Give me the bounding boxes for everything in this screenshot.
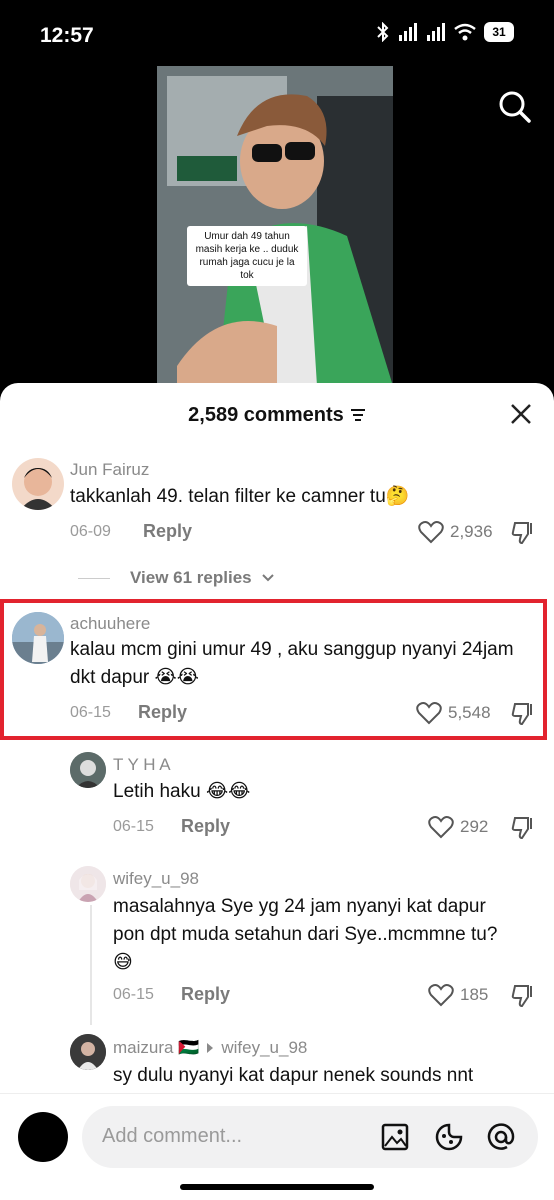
video-caption: Umur dah 49 tahun masih kerja ke .. dudu… — [187, 226, 307, 286]
reply-button[interactable]: Reply — [181, 816, 230, 837]
divider-line — [78, 577, 110, 579]
reply-button[interactable]: Reply — [181, 984, 230, 1005]
avatar[interactable] — [70, 752, 106, 788]
view-replies-label: View 61 replies — [130, 568, 252, 587]
comment-text: kalau mcm gini umur 49 , aku sanggup nya… — [70, 639, 514, 688]
comment-input[interactable]: Add comment... — [82, 1106, 538, 1168]
reply-arrow-icon — [207, 1043, 214, 1053]
avatar[interactable] — [70, 1034, 106, 1070]
status-bar: 12:57 31 — [0, 0, 554, 70]
reply-to-user[interactable]: wifey_u_98 — [221, 1038, 307, 1058]
wifi-icon — [454, 23, 476, 41]
comment-username[interactable]: maizura 🇵🇸 wifey_u_98 — [113, 1038, 307, 1058]
comment-username[interactable]: achuuhere — [70, 614, 150, 634]
mention-icon[interactable] — [486, 1122, 516, 1152]
comment-text: Letih haku 😂😂 — [113, 781, 251, 802]
image-icon[interactable] — [380, 1122, 410, 1152]
status-time: 12:57 — [40, 24, 94, 47]
dislike-icon[interactable] — [510, 815, 536, 841]
emoji-icon[interactable] — [434, 1122, 464, 1152]
like-count: 185 — [460, 985, 489, 1004]
signal-icon — [399, 23, 417, 41]
like-button[interactable]: 2,936 — [418, 520, 493, 544]
dislike-icon[interactable] — [510, 701, 536, 727]
comment-username[interactable]: T Y H A — [113, 755, 171, 775]
search-icon[interactable] — [498, 90, 532, 124]
comment-input-placeholder: Add comment... — [102, 1125, 243, 1147]
dislike-icon[interactable] — [510, 983, 536, 1009]
status-icons: 31 — [376, 22, 514, 42]
comment-text: sy dulu nyanyi kat dapur nenek sounds nn… — [113, 1065, 474, 1086]
heart-icon — [428, 816, 454, 839]
heart-icon — [418, 521, 444, 544]
view-replies-button[interactable]: View 61 replies — [78, 568, 274, 588]
like-button[interactable]: 292 — [428, 815, 488, 839]
comments-title: 2,589 comments — [188, 404, 366, 427]
battery-indicator: 31 — [484, 22, 514, 42]
avatar[interactable] — [70, 866, 106, 902]
sheet-header: 2,589 comments — [0, 383, 554, 447]
signal-icon-2 — [427, 23, 445, 41]
like-count: 5,548 — [448, 703, 491, 722]
comment-username[interactable]: wifey_u_98 — [113, 869, 199, 889]
like-count: 2,936 — [450, 522, 493, 541]
comments-count: 2,589 comments — [188, 403, 344, 426]
comment-date: 06-09 — [70, 523, 111, 540]
comment-date: 06-15 — [70, 704, 111, 721]
heart-icon — [416, 702, 442, 725]
reply-button[interactable]: Reply — [138, 702, 187, 723]
comment-date: 06-15 — [113, 818, 154, 835]
heart-icon — [428, 984, 454, 1007]
avatar[interactable] — [12, 612, 64, 664]
sort-icon[interactable] — [350, 408, 366, 422]
like-count: 292 — [460, 817, 489, 836]
comment-username[interactable]: Jun Fairuz — [70, 460, 149, 480]
chevron-down-icon — [261, 574, 274, 582]
close-icon[interactable] — [508, 401, 534, 427]
home-indicator — [180, 1184, 374, 1190]
comment-date: 06-15 — [113, 986, 154, 1003]
thread-line — [90, 905, 92, 1025]
reply-author[interactable]: maizura 🇵🇸 — [113, 1038, 199, 1058]
avatar[interactable] — [12, 458, 64, 510]
bluetooth-icon — [377, 22, 389, 42]
like-button[interactable]: 5,548 — [416, 701, 491, 725]
dislike-icon[interactable] — [510, 520, 536, 546]
my-avatar — [18, 1112, 68, 1162]
reply-button[interactable]: Reply — [143, 521, 192, 542]
comment-text: masalahnya Sye yg 24 jam nyanyi kat dapu… — [113, 896, 498, 973]
comment-text: takkanlah 49. telan filter ke camner tu🤔 — [70, 486, 410, 507]
like-button[interactable]: 185 — [428, 983, 488, 1007]
video-preview[interactable]: Umur dah 49 tahun masih kerja ke .. dudu… — [157, 66, 393, 386]
